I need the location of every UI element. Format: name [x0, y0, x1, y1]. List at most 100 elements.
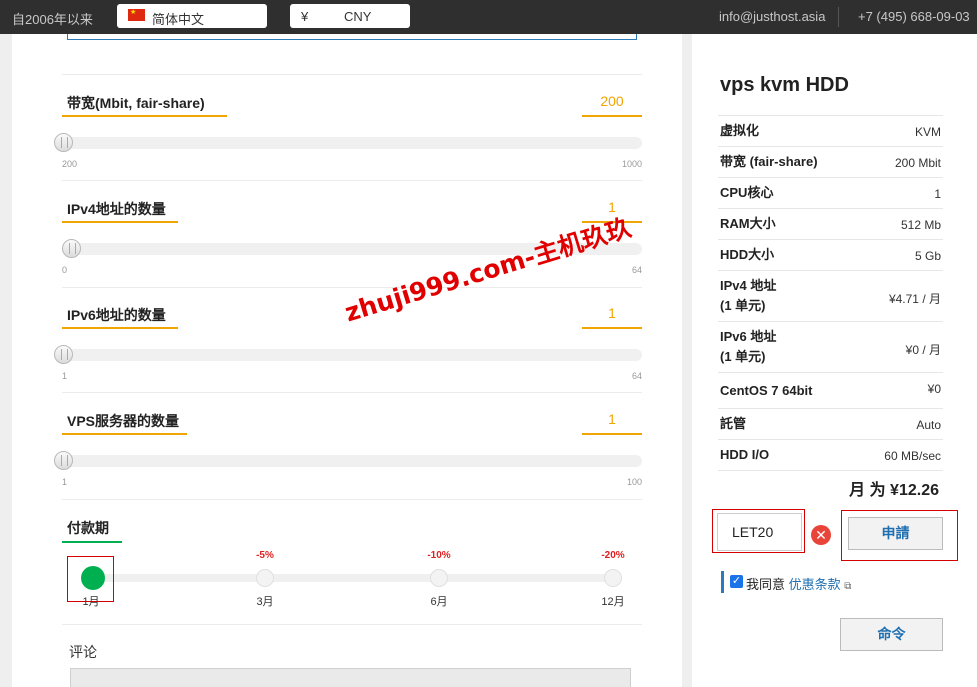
summary-bottom-rule [718, 470, 943, 471]
separator [62, 74, 642, 75]
plan-title: vps kvm HDD [720, 74, 849, 96]
period-discount-3-month: -5% [256, 550, 274, 561]
top-box-edge [67, 34, 637, 40]
separator [62, 392, 642, 393]
agree-accent-bar [721, 571, 724, 593]
vps-count-slider-track[interactable] [62, 455, 642, 467]
promo-input-highlight [712, 509, 805, 553]
period-label-6-month: 6月 [430, 596, 448, 608]
ipv6-value[interactable]: 1 [582, 305, 642, 321]
ipv4-label: IPv4地址的数量 [67, 201, 166, 217]
period-discount-12-month: -20% [601, 550, 625, 561]
summary-key-unit: (1 单元) [720, 349, 766, 364]
language-select[interactable]: ★ 简体中文 [117, 4, 267, 28]
order-summary-panel: vps kvm HDD 虚拟化 KVM 带宽 (fair-share) 200 … [692, 34, 977, 687]
summary-value: Auto [916, 418, 941, 432]
clear-icon[interactable]: ✕ [811, 525, 831, 545]
separator [62, 499, 642, 500]
ipv4-label-underline [62, 221, 178, 223]
separator [62, 287, 642, 288]
summary-key: CentOS 7 64bit [720, 383, 813, 398]
ipv6-slider-track[interactable] [62, 349, 642, 361]
vps-count-value[interactable]: 1 [582, 411, 642, 427]
payment-period-label: 付款期 [67, 520, 109, 536]
top-bar: 自2006年以来 ★ 简体中文 ¥ CNY info@justhost.asia… [0, 0, 977, 34]
summary-row-bandwidth: 带宽 (fair-share) 200 Mbit [718, 146, 943, 177]
ipv6-max: 64 [631, 371, 642, 381]
agree-text: 我同意 [746, 577, 789, 592]
summary-key: IPv4 地址 [720, 278, 777, 293]
summary-value: ¥4.71 / 月 [888, 292, 941, 306]
comment-label: 评论 [69, 644, 97, 660]
ipv6-value-underline [582, 327, 642, 329]
agree-row: 我同意 优惠条款 ⧉ [746, 574, 851, 593]
promo-terms-link[interactable]: 优惠条款 [789, 577, 841, 592]
summary-key: HDD I/O [720, 447, 770, 462]
period-label-1-month: 1月 [82, 596, 100, 608]
bandwidth-value-underline [582, 115, 642, 117]
since-text: 自2006年以来 [12, 12, 93, 27]
ipv6-label: IPv6地址的数量 [67, 307, 166, 323]
summary-key: 带宽 (fair-share) [720, 154, 818, 169]
period-label-12-month: 12月 [601, 596, 625, 608]
email-link[interactable]: info@justhost.asia [719, 9, 825, 24]
external-link-icon: ⧉ [844, 581, 852, 592]
bandwidth-max: 1000 [621, 159, 642, 169]
summary-value: KVM [914, 125, 941, 139]
vps-count-label: VPS服务器的数量 [67, 413, 180, 429]
ipv6-min: 1 [62, 371, 68, 381]
period-option-6-month[interactable] [430, 569, 448, 587]
summary-key: HDD大小 [720, 247, 775, 262]
monthly-total: 月 为 ¥12.26 [849, 482, 939, 499]
summary-value: 5 Gb [914, 249, 941, 263]
summary-value: 512 Mb [900, 218, 941, 232]
currency-symbol: ¥ [301, 9, 309, 24]
currency-select[interactable]: ¥ CNY [290, 4, 410, 28]
summary-value: 60 MB/sec [884, 449, 941, 463]
phone-link[interactable]: +7 (495) 668-09-03 [858, 9, 970, 24]
vps-count-label-underline [62, 433, 187, 435]
bandwidth-label-underline [62, 115, 227, 117]
topbar-divider [838, 7, 839, 27]
language-label: 简体中文 [152, 12, 205, 27]
bandwidth-slider-handle[interactable] [54, 133, 73, 152]
summary-key: 虚拟化 [720, 123, 760, 138]
period-option-12-month[interactable] [604, 569, 622, 587]
bandwidth-value[interactable]: 200 [582, 93, 642, 109]
ipv6-slider-handle[interactable] [54, 345, 73, 364]
ipv6-label-underline [62, 327, 178, 329]
summary-key: 託管 [720, 416, 747, 431]
payment-period-underline [62, 541, 122, 543]
summary-value: 200 Mbit [894, 156, 941, 170]
summary-row-hdd: HDD大小 5 Gb [718, 239, 943, 270]
separator [62, 624, 642, 625]
apply-button-highlight [841, 510, 958, 561]
summary-row-management: 託管 Auto [718, 408, 943, 439]
ipv4-slider-handle[interactable] [62, 239, 81, 258]
separator [62, 180, 642, 181]
summary-key: RAM大小 [720, 216, 776, 231]
period-label-3-month: 3月 [256, 596, 274, 608]
summary-row-ram: RAM大小 512 Mb [718, 208, 943, 239]
vps-count-min: 1 [62, 477, 68, 487]
bandwidth-slider-track[interactable] [62, 137, 642, 149]
payment-period-track[interactable] [82, 574, 622, 582]
vps-count-slider-handle[interactable] [54, 451, 73, 470]
order-button[interactable]: 命令 [840, 618, 943, 651]
summary-key: IPv6 地址 [720, 329, 777, 344]
summary-value: ¥0 / 月 [905, 343, 941, 357]
summary-row-cpu: CPU核心 1 [718, 177, 943, 208]
period-option-3-month[interactable] [256, 569, 274, 587]
summary-key-unit: (1 单元) [720, 298, 766, 313]
agree-checkbox[interactable]: ✓ [730, 575, 743, 588]
summary-row-virtualization: 虚拟化 KVM [718, 115, 943, 146]
summary-value: 1 [934, 187, 941, 201]
summary-row-hdd-io: HDD I/O 60 MB/sec [718, 439, 943, 470]
ipv4-min: 0 [62, 265, 68, 275]
comment-textarea[interactable] [70, 668, 631, 687]
vps-count-max: 100 [626, 477, 642, 487]
china-flag-icon: ★ [128, 9, 145, 21]
summary-row-ipv6: IPv6 地址 (1 单元) ¥0 / 月 [718, 321, 943, 372]
bandwidth-min: 200 [62, 159, 78, 169]
vps-count-value-underline [582, 433, 642, 435]
